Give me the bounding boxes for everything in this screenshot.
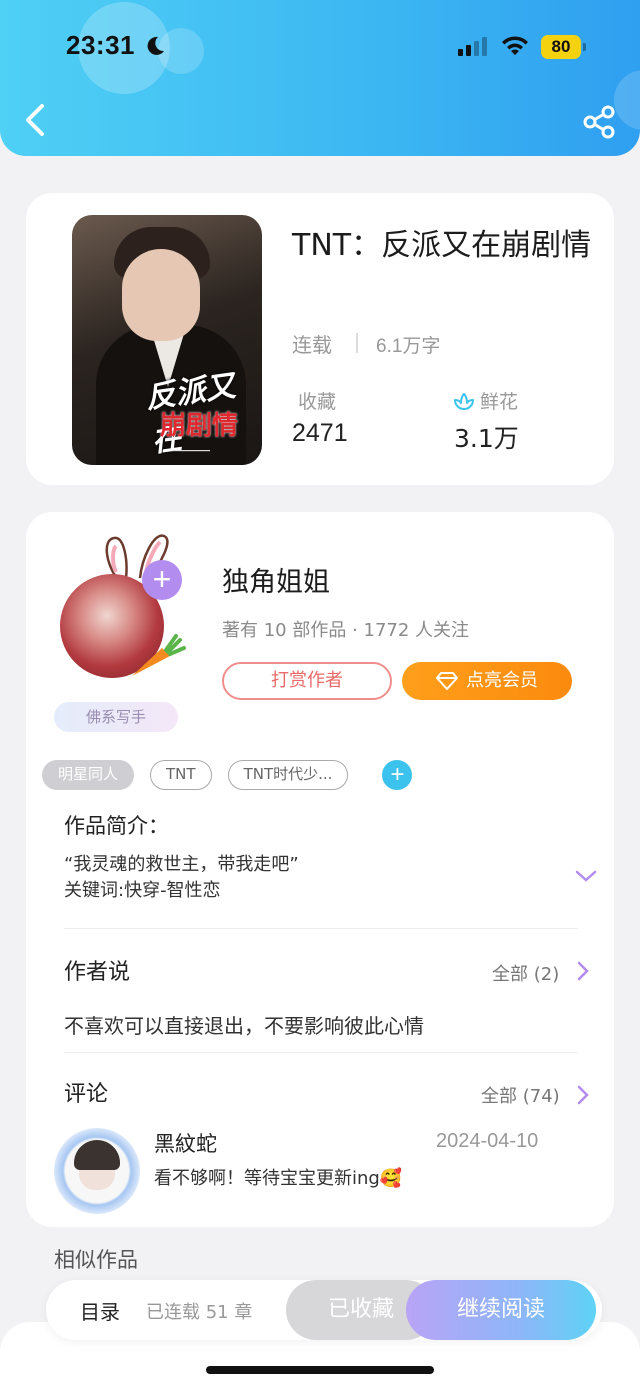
diamond-icon: [436, 672, 458, 690]
tag-item[interactable]: 明星同人: [42, 760, 135, 790]
signal-icon: [458, 36, 487, 56]
book-cover[interactable]: 反派又在 崩剧情 ━━━━━━━━━: [72, 215, 262, 465]
add-tag-button[interactable]: +: [382, 760, 413, 790]
back-button[interactable]: [18, 100, 54, 140]
author-says-more-link[interactable]: 全部 (2): [492, 960, 559, 986]
favorites-count: 2471: [292, 419, 348, 447]
follow-author-button[interactable]: +: [142, 560, 182, 600]
comment-date: 2024-04-10: [436, 1130, 539, 1152]
commenter-name[interactable]: 黑紋蛇: [154, 1128, 217, 1158]
share-icon[interactable]: [582, 104, 618, 140]
comments-more-link[interactable]: 全部 (74): [481, 1082, 560, 1108]
home-indicator: [206, 1366, 434, 1374]
chevron-down-icon[interactable]: [574, 868, 598, 884]
flowers-count: 3.1万: [454, 424, 519, 453]
vip-button-label: 点亮会员: [466, 670, 538, 691]
continue-reading-button[interactable]: 继续阅读: [406, 1280, 596, 1340]
battery-tip: [583, 43, 586, 51]
divider: [64, 928, 578, 929]
toc-button[interactable]: 目录: [80, 1296, 120, 1325]
commenter-avatar[interactable]: [54, 1128, 140, 1214]
battery-icon: 80: [541, 35, 581, 59]
tag-list: 明星同人 TNT TNT时代少... +: [42, 760, 413, 790]
intro-keywords: 关键词:快穿-智性恋: [64, 880, 221, 901]
carrot-decor: [132, 634, 186, 676]
comments-title: 评论: [64, 1082, 109, 1107]
chevron-right-icon[interactable]: [576, 1084, 590, 1106]
intro-text: “我灵魂的救世主，带我走吧”: [64, 854, 299, 875]
tip-author-button[interactable]: 打赏作者: [222, 662, 392, 700]
divider: [356, 333, 358, 353]
status-time: 23:31: [66, 30, 135, 60]
flower-icon: [454, 393, 474, 410]
book-title: TNT：反派又在崩剧情: [292, 228, 592, 263]
author-says-text: 不喜欢可以直接退出，不要影响彼此心情: [64, 1014, 424, 1038]
serial-status: 连载: [292, 333, 332, 357]
book-info-card: 反派又在 崩剧情 ━━━━━━━━━ TNT：反派又在崩剧情 连载 6.1万字 …: [26, 193, 614, 485]
wifi-icon: [502, 36, 528, 55]
tag-item[interactable]: TNT: [150, 760, 212, 790]
author-name[interactable]: 独角姐姐: [222, 560, 330, 599]
chapter-count: 已连载 51 章: [146, 1302, 253, 1323]
header-bar: 23:31 80: [0, 0, 640, 156]
similar-works-title: 相似作品: [54, 1248, 138, 1272]
author-meta: 著有 10 部作品 · 1772 人关注: [222, 620, 470, 641]
favorites-label: 收藏: [298, 391, 337, 413]
bottom-action-bar: 目录 已连载 51 章 已收藏 继续阅读: [46, 1280, 602, 1340]
details-card: + 佛系写手 独角姐姐 著有 10 部作品 · 1772 人关注 打赏作者 点亮…: [26, 512, 614, 1227]
vip-button[interactable]: 点亮会员: [402, 662, 572, 700]
flowers-label: 鲜花: [480, 391, 519, 413]
writer-badge: 佛系写手: [54, 702, 178, 732]
moon-icon: [147, 36, 164, 55]
tag-item[interactable]: TNT时代少...: [227, 760, 349, 790]
author-says-title: 作者说: [64, 960, 131, 985]
chevron-right-icon[interactable]: [576, 960, 590, 982]
comment-text: 看不够啊！等待宝宝更新ing🥰: [154, 1168, 403, 1189]
word-count: 6.1万字: [376, 336, 441, 357]
intro-label: 作品简介：: [64, 814, 169, 838]
divider: [64, 1052, 578, 1053]
